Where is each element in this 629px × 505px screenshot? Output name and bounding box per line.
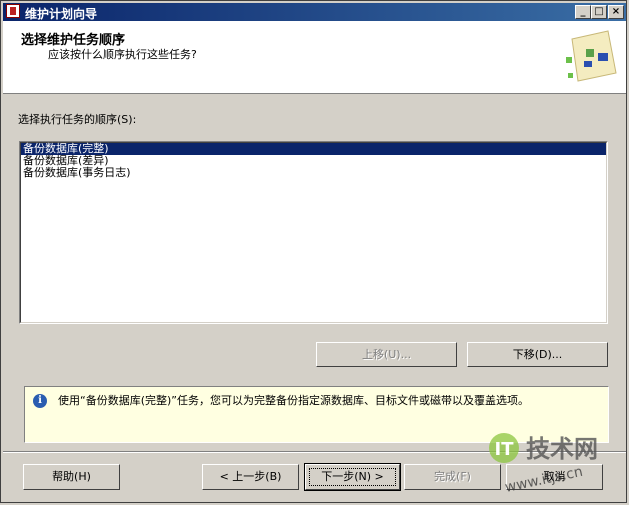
task-list-item[interactable]: 备份数据库(事务日志) [21,167,606,179]
info-icon: i [33,394,47,408]
svg-text:IT: IT [495,439,515,460]
watermark-main: 技术网 [526,435,598,463]
next-button[interactable]: 下一步(N) > [304,463,401,491]
task-order-list[interactable]: 备份数据库(完整) 备份数据库(差异) 备份数据库(事务日志) [19,141,608,324]
close-button[interactable]: × [608,5,624,19]
maximize-button[interactable]: □ [591,5,607,19]
window-title: 维护计划向导 [25,7,98,21]
minimize-button[interactable]: _ [575,5,591,19]
wizard-header: 选择维护任务顺序 应该按什么顺序执行这些任务? [3,21,626,94]
wizard-graphic-icon [566,30,617,82]
site-watermark: IT 技术网 www.itjs.cn [489,433,598,496]
watermark-url: www.itjs.cn [504,464,585,496]
page-subtitle: 应该按什么顺序执行这些任务? [48,48,197,61]
help-button[interactable]: 帮助(H) [23,464,120,490]
wizard-window: 维护计划向导 _ □ × 选择维护任务顺序 应该按什么顺序执行这些任务? 选择执… [0,0,627,503]
task-order-label: 选择执行任务的顺序(S): [18,113,137,126]
move-down-button[interactable]: 下移(D)... [467,342,608,367]
task-info-text: 使用“备份数据库(完整)”任务，您可以为完整备份指定源数据库、目标文件或磁带以及… [58,394,529,407]
title-bar[interactable]: 维护计划向导 _ □ × [3,3,626,21]
back-button[interactable]: < 上一步(B) [202,464,299,490]
app-icon [6,4,20,18]
move-up-button[interactable]: 上移(U)... [316,342,457,367]
